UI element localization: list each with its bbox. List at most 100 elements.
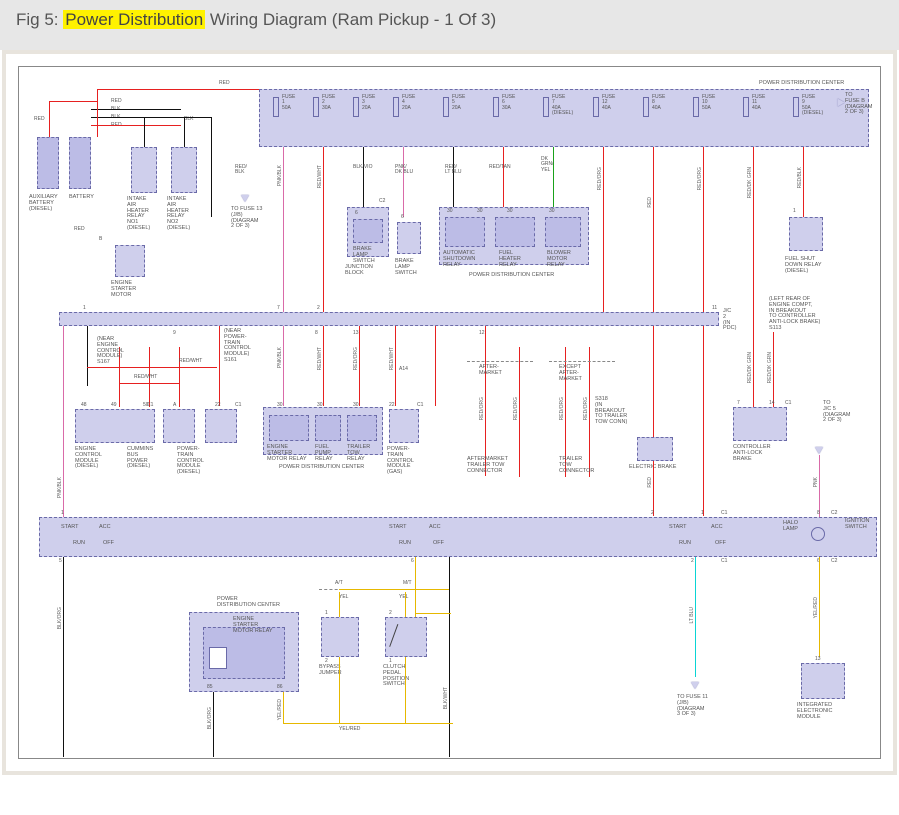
yelredv: YEL/RED (277, 699, 283, 720)
fuse-icon (443, 97, 449, 117)
fig-highlight: Power Distribution (63, 10, 205, 29)
fuse-label: FUSE 3 20A (362, 95, 375, 111)
wiring-canvas: POWER DISTRIBUTION CENTER [252,292,332,3… (18, 66, 881, 759)
ign-acc-1: ACC (99, 525, 111, 531)
p22a: 22 (215, 403, 221, 408)
after-label: AFTER- MARKET (479, 365, 502, 377)
to-fuse-11-icon (691, 682, 699, 689)
ptcm-gas-box (389, 409, 419, 443)
coil-icon (209, 647, 227, 669)
cl-p2: 2 (389, 611, 392, 616)
ignition-switch-box (39, 517, 877, 557)
fuse-cell: FUSE 1 50A (271, 95, 305, 122)
auto-shutdown-inner (445, 217, 485, 247)
intake-heater-1-box (131, 147, 157, 193)
trailer-tow-label: TRAILER TOW RELAY (347, 445, 370, 462)
iem-p13: 13 (815, 657, 821, 662)
page-header: Fig 5: Power Distribution Wiring Diagram… (0, 0, 899, 50)
vc2: RED/WHT (317, 165, 323, 188)
battery-label: BATTERY (69, 195, 94, 201)
fuse-cell: FUSE 9 50A (DIESEL) (791, 95, 825, 122)
mw6 (283, 326, 284, 406)
mw16 (753, 312, 754, 407)
note-s113: (LEFT REAR OF ENGINE COMPT, IN BREAKOUT … (769, 297, 820, 332)
engine-starter-motor-box (115, 245, 145, 277)
wpnk (819, 455, 820, 517)
c1pg: C1 (417, 403, 423, 408)
bw2 (283, 692, 284, 724)
diagram-frame: POWER DISTRIBUTION CENTER [252,292,332,3… (2, 50, 897, 775)
trailer-conn-label: TRAILER TOW CONNECTOR (559, 457, 594, 474)
wb (49, 101, 50, 137)
ign-p2a: 2 (651, 511, 654, 516)
aux-battery-box (37, 137, 59, 189)
yelbus3 (415, 613, 451, 614)
ign-p2b: 2 (691, 559, 694, 564)
pin6b: 6 (401, 215, 404, 220)
fuse-label: FUSE 7 40A (DIESEL) (552, 95, 573, 116)
brake-lamp2-label: BRAKE LAMP SWITCH (395, 259, 417, 276)
s318-label: S318 (IN BREAKOUT TO TRAILER TOW CONN) (595, 397, 627, 426)
yelred-bot: YEL/RED (339, 727, 360, 732)
ign-p6: 6 (411, 559, 414, 564)
mw5 (219, 326, 220, 406)
vc11: RED/DK GRN (747, 167, 753, 198)
starter-relay-label: ENGINE STARTER MOTOR RELAY (267, 445, 307, 462)
jc2-bar (59, 312, 719, 326)
fuse-label: FUSE 4 20A (402, 95, 415, 111)
ecm-label: ENGINE CONTROL MODULE (DIESEL) (75, 447, 102, 470)
p8a: 8 (315, 331, 318, 336)
trailer-tow-inner (347, 415, 377, 441)
vc1: PNK/BLK (277, 165, 283, 186)
ign-start-3: START (669, 525, 687, 531)
ign-off-3: OFF (715, 541, 726, 547)
to-fuse-11-label: TO FUSE 11 (J/B) (DIAGRAM 3 OF 3) (677, 695, 708, 718)
ign-label: IGNITION SWITCH (845, 519, 869, 531)
wire-b2 (91, 117, 211, 118)
mw8 (359, 326, 360, 406)
wire-b1 (91, 109, 181, 110)
esmr-label: ENGINE STARTER MOTOR RELAY (233, 617, 273, 634)
pina: A (173, 403, 176, 408)
p86: 86 (277, 685, 283, 690)
wire-r1 (91, 125, 181, 126)
fuel-pump-label: FUEL PUMP RELAY (315, 445, 333, 462)
p30b: 30 (477, 209, 483, 214)
s167-label: (NEAR ENGINE CONTROL MODULE) S167 (97, 337, 124, 366)
ltblu1: LT BLU (689, 607, 695, 624)
p30a: 30 (447, 209, 453, 214)
a14: A14 (399, 367, 408, 372)
intake-heater-2-label: INTAKE AIR HEATER RELAY NO2 (DIESEL) (167, 197, 190, 232)
hrw2 (119, 383, 179, 384)
blkorg2: BLK/ORG (207, 707, 213, 729)
fuse-label: FUSE 6 30A (502, 95, 515, 111)
p48: 48 (81, 403, 87, 408)
intake-heater-1-label: INTAKE AIR HEATER RELAY NO1 (DIESEL) (127, 197, 150, 232)
intake-heater-2-box (171, 147, 197, 193)
mw4 (179, 347, 180, 407)
jc-p7: 7 (277, 306, 280, 311)
blkwht1: BLK/WHT (443, 687, 449, 709)
p14cab: 14 (769, 401, 775, 406)
vf4 (403, 147, 404, 217)
jc-p1: 1 (83, 306, 86, 311)
s161-label: (NEAR POWER- TRAIN CONTROL MODULE) S161 (224, 329, 251, 364)
pdc3-label: POWER DISTRIBUTION CENTER (279, 465, 364, 471)
wv1 (144, 117, 145, 147)
rw1: RED/WHT (179, 359, 202, 364)
vf2 (323, 147, 324, 312)
p12a: 12 (479, 331, 485, 336)
halo-label: HALO LAMP (783, 521, 798, 533)
mw9 (395, 326, 396, 406)
mw10 (435, 326, 436, 406)
pdc4-label: POWER DISTRIBUTION CENTER (217, 597, 280, 609)
cl-w3 (449, 557, 450, 637)
bypass-box (321, 617, 359, 657)
p30c: 30 (507, 209, 513, 214)
blower-inner (545, 217, 581, 247)
c1pt: C1 (235, 403, 241, 408)
vf6 (503, 147, 504, 207)
iem-label: INTEGRATED ELECTRONIC MODULE (797, 703, 832, 720)
ign-c2b: C2 (831, 559, 837, 564)
mw7 (323, 326, 324, 406)
